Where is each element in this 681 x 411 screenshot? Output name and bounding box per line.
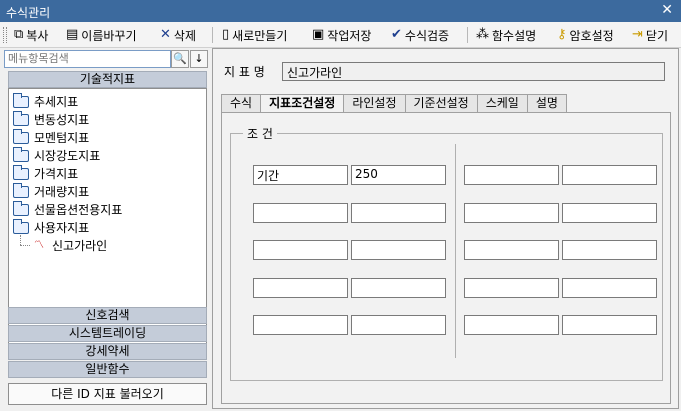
tree-item-user[interactable]: 사용자지표 bbox=[13, 218, 89, 236]
window-title: 수식관리 bbox=[6, 6, 51, 20]
indicator-name-field[interactable]: 신고가라인 bbox=[282, 62, 665, 81]
toolbar: ⧉ 복사 ▤ 이름바꾸기 ✕ 삭제 ▯ 새로만들기 ▣ 작업저장 ✔ 수식검증 … bbox=[0, 22, 681, 48]
folder-icon bbox=[13, 182, 29, 198]
tab-formula[interactable]: 수식 bbox=[221, 94, 262, 112]
delete-button[interactable]: ✕ 삭제 bbox=[158, 25, 198, 45]
tree-item-futures-options[interactable]: 선물옵션전용지표 bbox=[13, 200, 122, 218]
condition-label-field[interactable] bbox=[253, 315, 348, 335]
main-pane: 지 표 명 신고가라인 수식 지표조건설정 라인설정 기준선설정 스케일 설명 … bbox=[212, 48, 679, 409]
condition-label-field[interactable] bbox=[253, 203, 348, 223]
toolbar-separator bbox=[212, 27, 213, 43]
rename-button[interactable]: ▤ 이름바꾸기 bbox=[64, 25, 139, 45]
password-button[interactable]: ⚷ 암호설정 bbox=[555, 25, 616, 45]
tree-item-price[interactable]: 가격지표 bbox=[13, 164, 78, 182]
copy-icon: ⧉ bbox=[14, 27, 24, 42]
line-chart-icon: 〽 bbox=[34, 239, 44, 251]
condition-label-field[interactable] bbox=[464, 165, 559, 185]
menu-search-input[interactable] bbox=[4, 50, 171, 68]
toolbar-separator bbox=[467, 27, 468, 43]
conditions-panel: 조 건 기간 250 bbox=[221, 112, 671, 404]
category-system-trading[interactable]: 시스템트레이딩 bbox=[8, 325, 207, 342]
folder-icon bbox=[13, 218, 29, 234]
folder-icon bbox=[13, 200, 29, 216]
left-pane: 🔍 ↓ 기술적지표 추세지표 변동성지표 모멘텀지표 시장강도지표 가격지표 거… bbox=[4, 48, 210, 409]
column-divider bbox=[455, 144, 456, 358]
tree-item-market-strength[interactable]: 시장강도지표 bbox=[13, 146, 100, 164]
tree-item-trend[interactable]: 추세지표 bbox=[13, 92, 78, 110]
delete-icon: ✕ bbox=[160, 27, 171, 42]
load-other-id-button[interactable]: 다른 ID 지표 불러오기 bbox=[8, 383, 207, 405]
category-signal-search[interactable]: 신호검색 bbox=[8, 307, 207, 324]
rename-icon: ▤ bbox=[66, 27, 79, 42]
tree-item-new-high-line[interactable]: 〽 신고가라인 bbox=[31, 237, 107, 254]
tree-item-momentum[interactable]: 모멘텀지표 bbox=[13, 128, 89, 146]
folder-icon bbox=[13, 110, 29, 126]
condition-value-field[interactable] bbox=[351, 203, 446, 223]
save-button[interactable]: ▣ 작업저장 bbox=[310, 25, 373, 45]
category-general-functions[interactable]: 일반함수 bbox=[8, 361, 207, 378]
tree-connector bbox=[20, 245, 30, 246]
condition-label-field[interactable]: 기간 bbox=[253, 165, 348, 185]
folder-icon bbox=[13, 146, 29, 162]
save-icon: ▣ bbox=[312, 27, 325, 42]
new-document-icon: ▯ bbox=[222, 27, 230, 42]
tab-indicator-conditions[interactable]: 지표조건설정 bbox=[260, 94, 345, 113]
magic-wand-icon: ⁂ bbox=[476, 27, 489, 42]
condition-value-field[interactable]: 250 bbox=[351, 165, 446, 185]
condition-label-field[interactable] bbox=[464, 315, 559, 335]
condition-label-field[interactable] bbox=[464, 203, 559, 223]
close-icon[interactable]: ✕ bbox=[661, 2, 673, 18]
condition-value-field[interactable] bbox=[562, 240, 657, 260]
tab-description[interactable]: 설명 bbox=[526, 94, 567, 112]
tab-baseline-settings[interactable]: 기준선설정 bbox=[404, 94, 478, 112]
condition-value-field[interactable] bbox=[562, 315, 657, 335]
condition-value-field[interactable] bbox=[562, 165, 657, 185]
folder-icon bbox=[13, 128, 29, 144]
conditions-group-title: 조 건 bbox=[243, 125, 277, 142]
close-button[interactable]: ⇥ 닫기 bbox=[630, 25, 670, 45]
condition-label-field[interactable] bbox=[253, 240, 348, 260]
condition-value-field[interactable] bbox=[562, 203, 657, 223]
copy-button[interactable]: ⧉ 복사 bbox=[12, 25, 50, 45]
condition-value-field[interactable] bbox=[562, 278, 657, 298]
arrow-down-icon[interactable]: ↓ bbox=[190, 50, 208, 68]
folder-icon bbox=[13, 164, 29, 180]
exit-icon: ⇥ bbox=[632, 27, 643, 42]
condition-label-field[interactable] bbox=[253, 278, 348, 298]
indicator-name-label: 지 표 명 bbox=[224, 65, 265, 79]
condition-value-field[interactable] bbox=[351, 278, 446, 298]
tab-strip: 수식 지표조건설정 라인설정 기준선설정 스케일 설명 bbox=[221, 94, 567, 113]
key-icon: ⚷ bbox=[557, 27, 567, 42]
title-bar: 수식관리 ✕ bbox=[0, 0, 681, 22]
tab-scale[interactable]: 스케일 bbox=[476, 94, 528, 112]
tree-item-volume[interactable]: 거래량지표 bbox=[13, 182, 89, 200]
tree-item-volatility[interactable]: 변동성지표 bbox=[13, 110, 89, 128]
checkmark-icon: ✔ bbox=[391, 27, 402, 42]
condition-label-field[interactable] bbox=[464, 278, 559, 298]
function-help-button[interactable]: ⁂ 함수설명 bbox=[474, 25, 538, 45]
condition-value-field[interactable] bbox=[351, 315, 446, 335]
condition-label-field[interactable] bbox=[464, 240, 559, 260]
verify-button[interactable]: ✔ 수식검증 bbox=[389, 25, 451, 45]
conditions-group: 조 건 기간 250 bbox=[230, 125, 663, 381]
category-bull-bear[interactable]: 강세약세 bbox=[8, 343, 207, 360]
toolbar-grip bbox=[3, 27, 7, 43]
new-button[interactable]: ▯ 새로만들기 bbox=[220, 25, 289, 45]
tree-connector bbox=[20, 235, 21, 245]
category-technical[interactable]: 기술적지표 bbox=[8, 71, 207, 88]
folder-icon bbox=[13, 92, 29, 108]
condition-value-field[interactable] bbox=[351, 240, 446, 260]
search-icon[interactable]: 🔍 bbox=[171, 50, 189, 68]
tab-line-settings[interactable]: 라인설정 bbox=[343, 94, 406, 112]
